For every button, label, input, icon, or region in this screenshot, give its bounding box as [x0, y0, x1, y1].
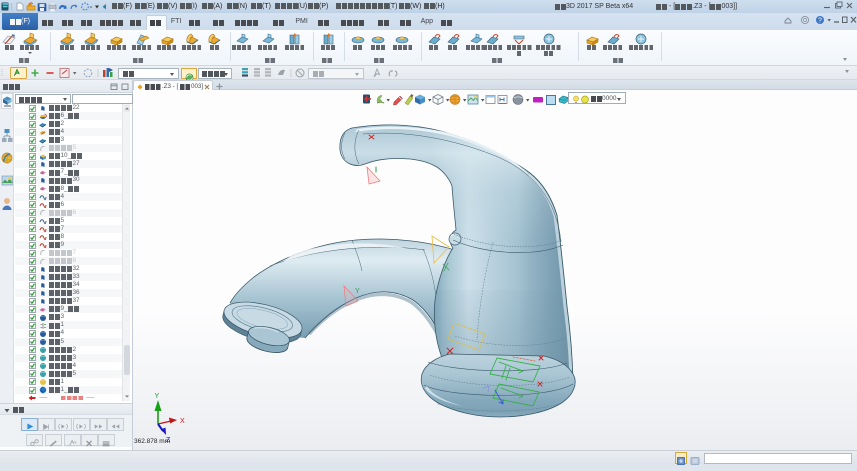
svg-text:?: ?	[818, 18, 822, 25]
svg-text:X: X	[180, 418, 185, 425]
svg-text:Y: Y	[355, 288, 360, 295]
svg-text:Y: Y	[155, 393, 160, 400]
